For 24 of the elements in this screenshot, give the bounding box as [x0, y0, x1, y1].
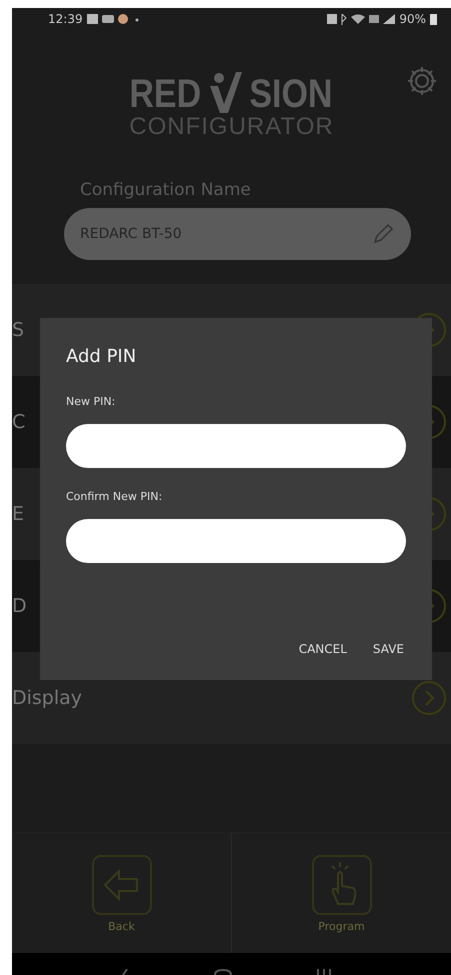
back-nav-icon[interactable]	[122, 969, 128, 975]
tap-hand-icon	[310, 854, 372, 916]
wifi-icon	[351, 14, 366, 24]
logo-text: RED	[130, 74, 202, 114]
bluetooth-icon	[341, 14, 348, 24]
settings-icon[interactable]	[405, 64, 439, 98]
logo-text: SION	[249, 74, 332, 114]
signal-icon	[383, 14, 396, 24]
alarm-icon	[327, 14, 338, 24]
battery-level: 90%	[399, 12, 426, 26]
field-label: New PIN:	[66, 395, 116, 408]
chevron-circle-icon[interactable]	[411, 680, 447, 716]
dialog-title: Add PIN	[66, 346, 138, 367]
pencil-icon[interactable]	[371, 222, 395, 246]
field-label: Confirm New PIN:	[66, 490, 164, 503]
status-time: 12:39	[48, 12, 83, 26]
recents-nav-icon[interactable]	[317, 969, 331, 975]
field-label: Configuration Name	[80, 180, 252, 200]
check-figure-icon	[208, 70, 242, 114]
battery-icon	[430, 13, 437, 25]
home-nav-icon[interactable]	[214, 969, 232, 975]
bottom-button[interactable]: Back	[12, 833, 231, 953]
pin-field[interactable]	[66, 519, 406, 563]
pin-field[interactable]	[66, 424, 406, 468]
